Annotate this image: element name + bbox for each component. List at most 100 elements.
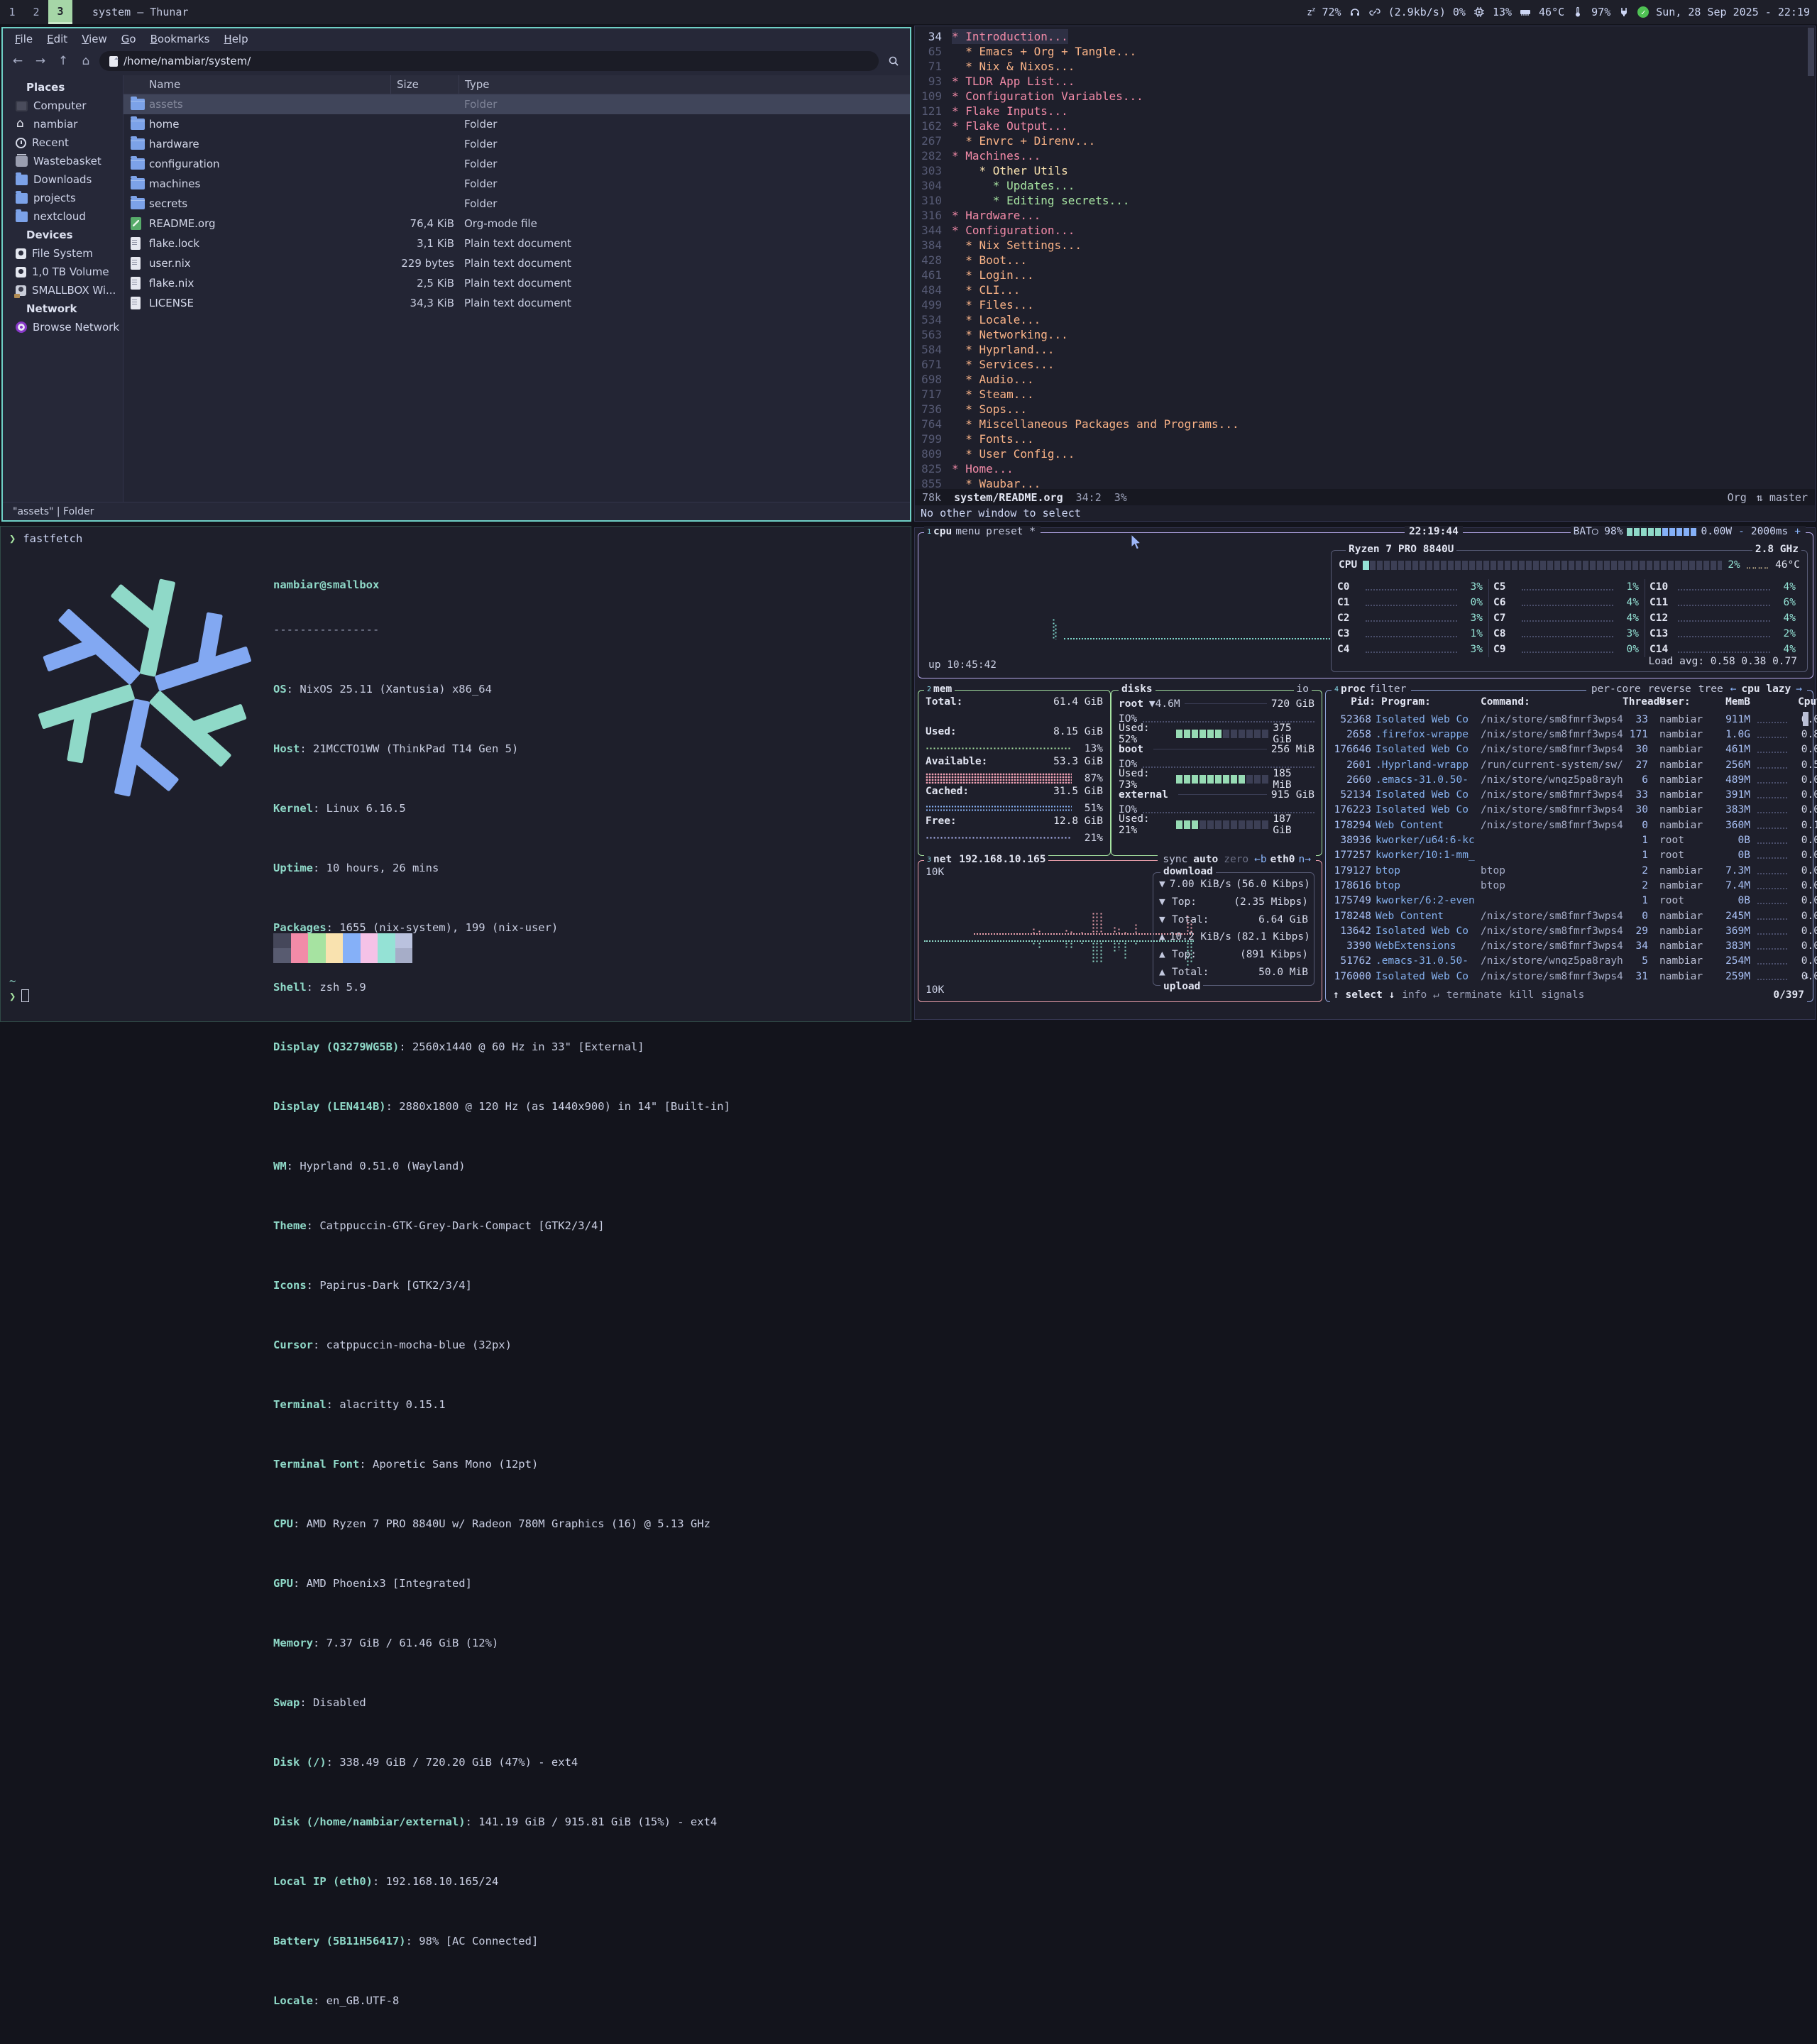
process-row[interactable]: 178616 btop btop 2 nambiar 7.4M 0.0 <box>1332 878 1799 893</box>
process-row[interactable]: 176223 Isolated Web Co /nix/store/sm8fmr… <box>1332 803 1799 818</box>
menu-item[interactable]: View <box>75 31 114 47</box>
org-heading-line[interactable]: 93 * TLDR App List... <box>915 74 1815 89</box>
file-row[interactable]: home Folder <box>123 114 910 134</box>
org-heading-line[interactable]: 310 * Editing secrets... <box>915 193 1815 208</box>
headset-icon[interactable] <box>1349 6 1361 18</box>
proc-box-title[interactable]: 4proc filter <box>1332 683 1411 695</box>
org-heading-line[interactable]: 563 * Networking... <box>915 327 1815 342</box>
process-row[interactable]: 176646 Isolated Web Co /nix/store/sm8fmr… <box>1332 742 1799 757</box>
signals-key[interactable]: signals <box>1541 989 1584 1001</box>
proc-filter-button[interactable]: filter <box>1367 683 1408 695</box>
org-heading-line[interactable]: 121 * Flake Inputs... <box>915 104 1815 119</box>
sidebar-item[interactable]: nambiar <box>3 115 123 133</box>
menu-item[interactable]: File <box>9 31 39 47</box>
org-heading-line[interactable]: 461 * Login... <box>915 268 1815 282</box>
process-row[interactable]: 178294 Web Content /nix/store/sm8fmrf3wp… <box>1332 818 1799 833</box>
process-row[interactable]: 179127 btop btop 2 nambiar 7.3M 0.0 <box>1332 863 1799 878</box>
proc-percore-button[interactable]: per-core <box>1589 683 1643 695</box>
net-box-title[interactable]: 3net 192.168.10.165 <box>924 854 1048 865</box>
sidebar-item[interactable]: Computer <box>3 97 123 115</box>
org-heading-line[interactable]: 825 * Home... <box>915 461 1815 476</box>
column-name[interactable]: Name <box>149 78 390 91</box>
forward-button[interactable]: → <box>31 52 50 70</box>
net-zero-button[interactable]: zero <box>1222 854 1251 865</box>
process-row[interactable]: 51762 .emacs-31.0.50- /nix/store/wnqz5pa… <box>1332 954 1799 969</box>
process-row[interactable]: 2658 .firefox-wrappe /nix/store/sm8fmrf3… <box>1332 727 1799 742</box>
net-next-iface-button[interactable]: n→ <box>1297 854 1313 865</box>
process-row[interactable]: 2660 .emacs-31.0.50- /nix/store/wnqz5pa8… <box>1332 772 1799 787</box>
file-row[interactable]: configuration Folder <box>123 154 910 174</box>
sidebar-item[interactable]: projects <box>3 189 123 207</box>
workspace-button[interactable]: 2 <box>24 0 48 24</box>
process-row[interactable]: 175749 kworker/6:2-even 1 root 0B 0.0 <box>1332 894 1799 908</box>
org-heading-line[interactable]: 428 * Boot... <box>915 253 1815 268</box>
org-heading-line[interactable]: 267 * Envrc + Direnv... <box>915 133 1815 148</box>
sidebar-item[interactable]: Recent <box>3 133 123 152</box>
menu-item[interactable]: Go <box>115 31 143 47</box>
path-field[interactable]: /home/nambiar/system/ <box>99 51 879 71</box>
emacs-scrollbar[interactable] <box>1808 28 1814 76</box>
file-row[interactable]: hardware Folder <box>123 134 910 154</box>
file-row[interactable]: LICENSE 34,3 KiB Plain text document <box>123 293 910 313</box>
kill-key[interactable]: kill <box>1509 989 1534 1001</box>
sidebar-item[interactable]: Network <box>3 300 123 318</box>
org-heading-line[interactable]: 499 * Files... <box>915 297 1815 312</box>
org-heading-line[interactable]: 316 * Hardware... <box>915 208 1815 223</box>
interval-plus-button[interactable]: + <box>1792 526 1803 537</box>
sidebar-item[interactable]: Wastebasket <box>3 152 123 170</box>
org-heading-line[interactable]: 484 * CLI... <box>915 282 1815 297</box>
workspace-button[interactable]: 1 <box>0 0 24 24</box>
org-heading-line[interactable]: 109 * Configuration Variables... <box>915 89 1815 104</box>
menu-item[interactable]: Bookmarks <box>144 31 216 47</box>
org-heading-line[interactable]: 855 * Waubar... <box>915 476 1815 489</box>
process-row[interactable]: 176000 Isolated Web Co /nix/store/sm8fmr… <box>1332 969 1799 984</box>
search-icon[interactable] <box>883 52 904 70</box>
proc-tree-button[interactable]: tree <box>1696 683 1725 695</box>
network-link-icon[interactable] <box>1368 6 1381 18</box>
terminal-window[interactable]: ❯ fastfetch nambiar@smallbox -----------… <box>0 526 911 1022</box>
column-type[interactable]: Type <box>459 75 910 94</box>
up-button[interactable]: ↑ <box>54 52 72 70</box>
cpu-box-title[interactable]: 1cpu menu preset * <box>924 526 1041 537</box>
file-row[interactable]: user.nix 229 bytes Plain text document <box>123 253 910 273</box>
org-heading-line[interactable]: 71 * Nix & Nixos... <box>915 59 1815 74</box>
file-row[interactable]: secrets Folder <box>123 194 910 214</box>
proc-reverse-button[interactable]: reverse <box>1646 683 1694 695</box>
back-button[interactable]: ← <box>9 52 27 70</box>
sidebar-item[interactable]: 1,0 TB Volume <box>3 263 123 281</box>
emacs-buffer[interactable]: 34 * Introduction... 65 * Emacs + Org + … <box>915 26 1815 489</box>
org-heading-line[interactable]: 799 * Fonts... <box>915 432 1815 446</box>
file-row[interactable]: flake.nix 2,5 KiB Plain text document <box>123 273 910 293</box>
proc-sort-right-button[interactable]: → <box>1794 683 1804 695</box>
interval-minus-button[interactable]: - <box>1736 526 1747 537</box>
org-heading-line[interactable]: 303 * Other Utils <box>915 163 1815 178</box>
sidebar-item[interactable]: Devices <box>3 226 123 244</box>
org-heading-line[interactable]: 65 * Emacs + Org + Tangle... <box>915 44 1815 59</box>
disks-io-toggle[interactable]: io <box>1294 683 1312 695</box>
info-key[interactable]: info ↵ <box>1402 989 1439 1001</box>
file-row[interactable]: assets Folder <box>123 94 910 114</box>
process-row[interactable]: 52368 Isolated Web Co /nix/store/sm8fmrf… <box>1332 712 1799 727</box>
process-row[interactable]: 2601 .Hyprland-wrapp /run/current-system… <box>1332 757 1799 772</box>
process-row[interactable]: 3390 WebExtensions /nix/store/sm8fmrf3wp… <box>1332 938 1799 953</box>
org-heading-line[interactable]: 809 * User Config... <box>915 446 1815 461</box>
org-heading-line[interactable]: 764 * Miscellaneous Packages and Program… <box>915 417 1815 432</box>
net-auto-button[interactable]: auto <box>1191 854 1220 865</box>
proc-scrollbar[interactable] <box>1803 712 1808 726</box>
file-row[interactable]: README.org 76,4 KiB Org-mode file <box>123 214 910 233</box>
preset-button[interactable]: preset * <box>984 526 1038 537</box>
sidebar-item[interactable]: File System <box>3 244 123 263</box>
sidebar-item[interactable]: SMALLBOX Wi... <box>3 281 123 300</box>
process-row[interactable]: 178248 Web Content /nix/store/sm8fmrf3wp… <box>1332 908 1799 923</box>
sidebar-item[interactable]: Downloads <box>3 170 123 189</box>
proc-sort-left-button[interactable]: ← <box>1728 683 1739 695</box>
terminate-key[interactable]: terminate <box>1447 989 1503 1001</box>
file-row[interactable]: flake.lock 3,1 KiB Plain text document <box>123 233 910 253</box>
org-heading-line[interactable]: 671 * Services... <box>915 357 1815 372</box>
sidebar-item[interactable]: nextcloud <box>3 207 123 226</box>
process-row[interactable]: 177257 kworker/10:1-mm_ 1 root 0B 0.0 <box>1332 848 1799 863</box>
updates-ok-icon[interactable]: ✓ <box>1637 6 1649 18</box>
shell-prompt[interactable]: ~ ❯ <box>9 973 29 1004</box>
org-heading-line[interactable]: 34 * Introduction... <box>915 29 1815 44</box>
workspace-button[interactable]: 3 <box>48 0 72 24</box>
